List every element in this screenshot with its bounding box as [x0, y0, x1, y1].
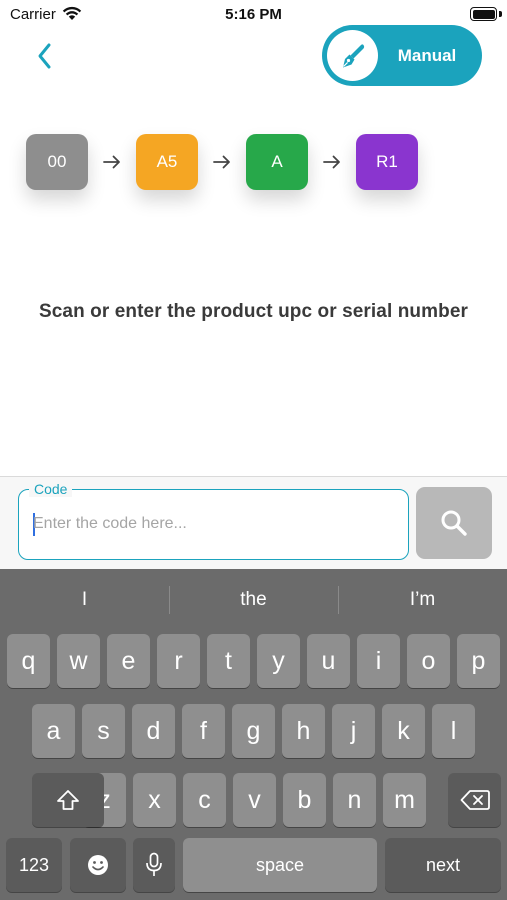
step-label: A5	[156, 152, 178, 171]
code-input-panel: Code	[0, 477, 507, 569]
key-u[interactable]: u	[307, 634, 350, 688]
key-e[interactable]: e	[107, 634, 150, 688]
key-l[interactable]: l	[432, 704, 475, 758]
step-label: A	[271, 152, 283, 171]
manual-label: Manual	[397, 45, 457, 65]
backspace-icon	[460, 790, 490, 810]
key-j[interactable]: j	[332, 704, 375, 758]
key-a[interactable]: a	[32, 704, 75, 758]
key-h[interactable]: h	[282, 704, 325, 758]
battery-tip	[499, 11, 502, 17]
code-field-label: Code	[29, 481, 73, 497]
key-w[interactable]: w	[57, 634, 100, 688]
emoji-key[interactable]	[70, 838, 126, 892]
suggestion-bar: I the I’m	[0, 569, 507, 631]
search-button[interactable]	[416, 487, 492, 559]
code-field[interactable]: Code	[18, 481, 409, 560]
suggestion-item[interactable]: I	[0, 569, 169, 631]
manual-mode-button[interactable]: Manual	[322, 25, 482, 86]
key-b[interactable]: b	[283, 773, 326, 827]
battery-icon	[470, 7, 497, 21]
key-x[interactable]: x	[133, 773, 176, 827]
key-k[interactable]: k	[382, 704, 425, 758]
clock: 5:16 PM	[225, 6, 282, 23]
key-p[interactable]: p	[457, 634, 500, 688]
arrow-right-icon	[308, 155, 356, 169]
key-c[interactable]: c	[183, 773, 226, 827]
step-badge-4: R1	[356, 134, 418, 190]
step-badge-3: A	[246, 134, 308, 190]
keyboard: I the I’m qwertyuiopasdfghjklzxcvbnm 123…	[0, 569, 507, 900]
key-q[interactable]: q	[7, 634, 50, 688]
suggestion-item[interactable]: the	[169, 569, 338, 631]
key-s[interactable]: s	[82, 704, 125, 758]
step-badge-2: A5	[136, 134, 198, 190]
arrow-right-icon	[88, 155, 136, 169]
key-n[interactable]: n	[333, 773, 376, 827]
step-label: R1	[376, 152, 398, 171]
next-key[interactable]: next	[385, 838, 501, 892]
back-button[interactable]	[32, 38, 62, 74]
numbers-key[interactable]: 123	[6, 838, 62, 892]
step-label: 00	[47, 152, 67, 171]
shift-key[interactable]	[32, 773, 104, 827]
grading-steps: 00 A5 A R1	[26, 134, 418, 190]
search-icon	[441, 510, 467, 536]
key-f[interactable]: f	[182, 704, 225, 758]
manual-icon-circle	[327, 30, 378, 81]
key-d[interactable]: d	[132, 704, 175, 758]
delete-key[interactable]	[448, 773, 501, 827]
chevron-left-icon	[38, 43, 51, 69]
key-v[interactable]: v	[233, 773, 276, 827]
key-r[interactable]: r	[157, 634, 200, 688]
step-badge-1: 00	[26, 134, 88, 190]
suggestion-item[interactable]: I’m	[338, 569, 507, 631]
emoji-icon	[88, 855, 108, 875]
dictation-key[interactable]	[133, 838, 175, 892]
key-y[interactable]: y	[257, 634, 300, 688]
shift-icon	[57, 790, 79, 810]
key-m[interactable]: m	[383, 773, 426, 827]
code-input[interactable]	[33, 509, 393, 539]
microphone-icon	[146, 852, 162, 876]
space-key[interactable]: space	[183, 838, 377, 892]
key-t[interactable]: t	[207, 634, 250, 688]
pen-nib-icon	[342, 43, 364, 67]
key-o[interactable]: o	[407, 634, 450, 688]
instruction-text: Scan or enter the product upc or serial …	[38, 301, 469, 322]
key-i[interactable]: i	[357, 634, 400, 688]
arrow-right-icon	[198, 155, 246, 169]
key-g[interactable]: g	[232, 704, 275, 758]
